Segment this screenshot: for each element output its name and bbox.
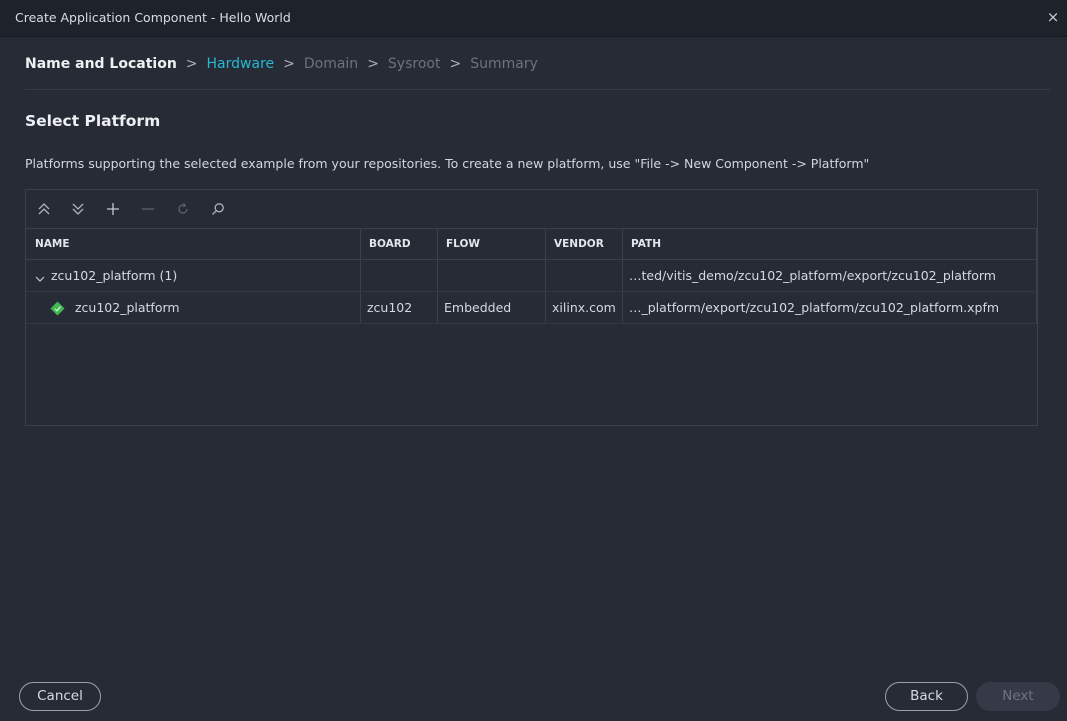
platform-icon (50, 301, 65, 316)
column-header-flow[interactable]: FLOW (437, 229, 545, 259)
column-header-path[interactable]: PATH (622, 229, 1037, 259)
table-row-platform-group[interactable]: zcu102_platform (1) …ted/vitis_demo/zcu1… (26, 260, 1037, 292)
platform-table-panel: NAME BOARD FLOW VENDOR PATH zcu102_platf… (25, 189, 1038, 426)
breadcrumb-step-hardware[interactable]: Hardware (207, 56, 275, 72)
table-header: NAME BOARD FLOW VENDOR PATH (26, 229, 1037, 260)
table-row-platform[interactable]: zcu102_platform zcu102 Embedded xilinx.c… (26, 292, 1037, 324)
column-header-vendor[interactable]: VENDOR (545, 229, 622, 259)
expand-all-icon[interactable] (68, 199, 88, 219)
chevron-right-icon: > (283, 56, 295, 72)
table-toolbar (26, 190, 1037, 229)
add-icon[interactable] (103, 199, 123, 219)
breadcrumb: Name and Location > Hardware > Domain > … (25, 56, 538, 72)
collapse-all-icon[interactable] (34, 199, 54, 219)
cell-vendor: xilinx.com (552, 300, 616, 315)
column-header-name[interactable]: NAME (26, 229, 360, 259)
cell-flow: Embedded (444, 300, 512, 315)
cell-board: zcu102 (367, 300, 413, 315)
remove-icon (138, 199, 158, 219)
back-button[interactable]: Back (885, 682, 968, 711)
cell-vendor (545, 260, 622, 291)
title-bar: Create Application Component - Hello Wor… (0, 0, 1067, 37)
breadcrumb-step-name-and-location[interactable]: Name and Location (25, 56, 177, 72)
cell-flow (437, 260, 545, 291)
header-divider (25, 89, 1050, 90)
window-title: Create Application Component - Hello Wor… (15, 10, 291, 25)
breadcrumb-step-summary: Summary (470, 56, 538, 72)
refresh-icon (173, 199, 193, 219)
cell-path: …ted/vitis_demo/zcu102_platform/export/z… (629, 268, 996, 283)
chevron-right-icon: > (185, 56, 198, 72)
page-title: Select Platform (25, 112, 161, 130)
cell-board (360, 260, 437, 291)
next-button: Next (976, 682, 1060, 711)
cell-name: zcu102_platform (1) (51, 268, 178, 283)
breadcrumb-step-sysroot: Sysroot (387, 56, 441, 72)
chevron-right-icon: > (449, 56, 462, 72)
search-icon[interactable] (208, 199, 228, 219)
column-header-board[interactable]: BOARD (360, 229, 437, 259)
cell-name: zcu102_platform (75, 300, 180, 315)
breadcrumb-step-domain: Domain (303, 56, 359, 72)
close-icon[interactable]: × (1045, 8, 1061, 26)
cancel-button[interactable]: Cancel (19, 682, 101, 711)
chevron-right-icon: > (367, 56, 379, 72)
cell-path: …_platform/export/zcu102_platform/zcu102… (629, 300, 1000, 315)
platform-description: Platforms supporting the selected exampl… (25, 156, 870, 171)
